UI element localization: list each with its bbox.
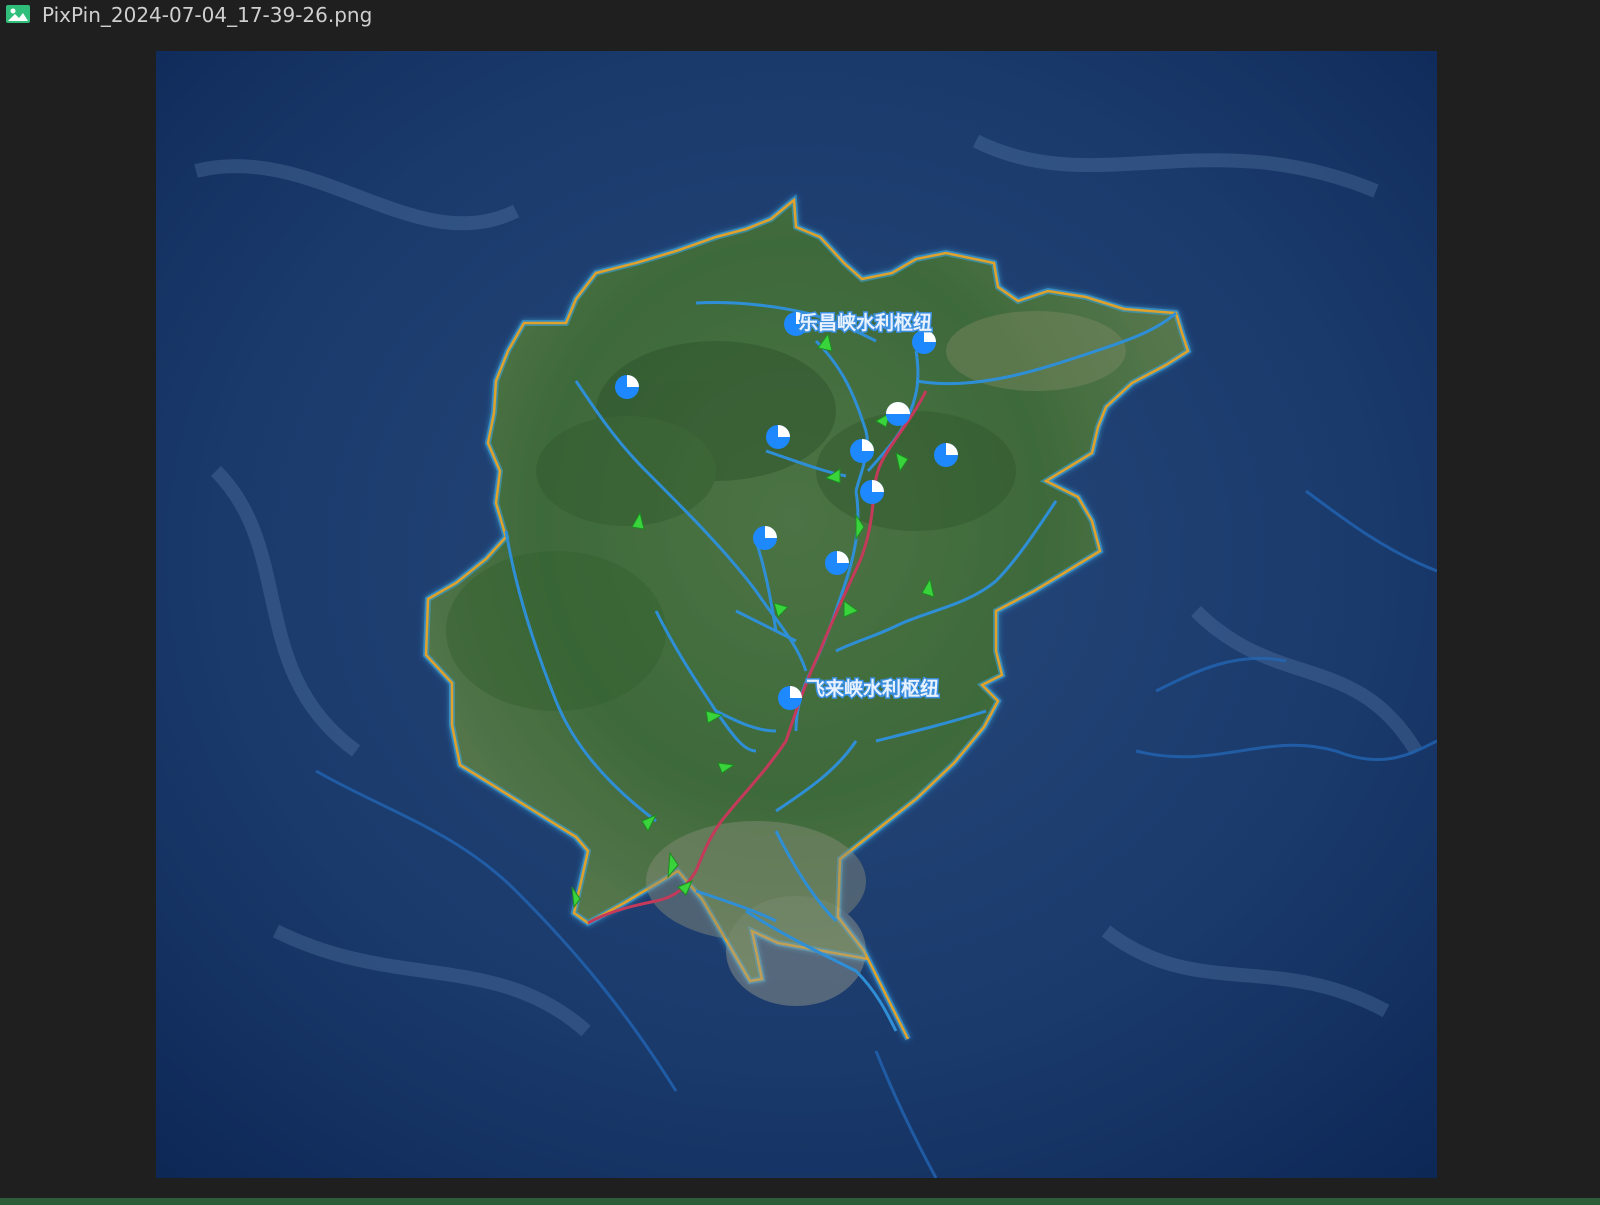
south-hub-label: 飞来峡水利枢纽: [806, 677, 939, 700]
station-10: [825, 551, 849, 575]
image-canvas[interactable]: 乐昌峡水利枢纽 飞来峡水利枢纽: [0, 30, 1600, 1198]
north-hub-label: 乐昌峡水利枢纽: [799, 311, 932, 334]
image-file-icon: [6, 5, 30, 23]
station-8: [860, 480, 884, 504]
station-9: [753, 526, 777, 550]
station-5: [766, 425, 790, 449]
station-3: [615, 375, 639, 399]
window-title: PixPin_2024-07-04_17-39-26.png: [42, 3, 373, 27]
station-7: [934, 443, 958, 467]
title-bar: PixPin_2024-07-04_17-39-26.png: [0, 0, 1600, 30]
map-image[interactable]: 乐昌峡水利枢纽 飞来峡水利枢纽: [156, 51, 1437, 1178]
image-viewer-window: PixPin_2024-07-04_17-39-26.png 乐昌峡水利枢纽 飞…: [0, 0, 1600, 1205]
station-6: [850, 439, 874, 463]
basin-map: 乐昌峡水利枢纽 飞来峡水利枢纽: [156, 51, 1437, 1178]
station-4: [886, 402, 910, 426]
status-bar: [0, 1198, 1600, 1205]
station-11: [778, 686, 802, 710]
